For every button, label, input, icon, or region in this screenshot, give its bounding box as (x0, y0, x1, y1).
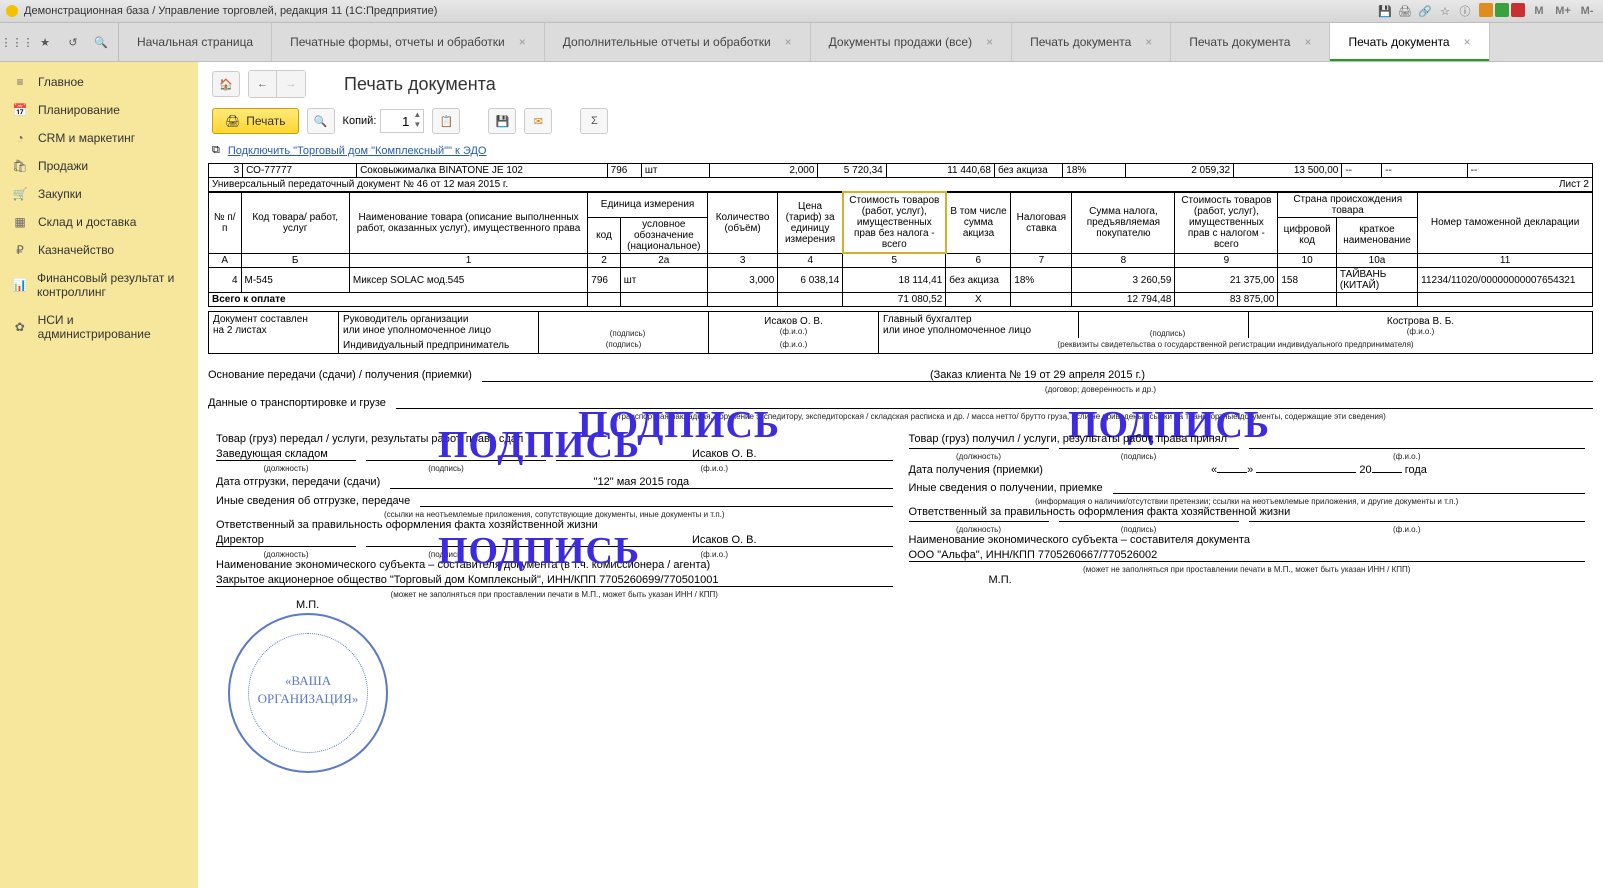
help-icon[interactable]: ⓘ (1457, 3, 1473, 19)
app-icon (6, 5, 18, 17)
edo-icon: ⧉ (212, 144, 220, 157)
sidebar-icon: 🛒 (12, 187, 28, 201)
sidebar-item[interactable]: 📊 Финансовый результат и контроллинг (0, 264, 198, 306)
sidebar-icon: ▦ (12, 215, 28, 229)
sidebar-item[interactable]: ₽ Казначейство (0, 236, 198, 264)
close-icon[interactable]: × (785, 35, 792, 49)
sidebar-label: Главное (38, 75, 84, 89)
save-icon[interactable]: 💾 (1377, 3, 1393, 19)
copies-label: Копий: (343, 115, 377, 127)
calc-icons[interactable] (1477, 3, 1525, 20)
sidebar-label: Финансовый результат и контроллинг (37, 271, 186, 299)
spin-down[interactable]: ▼ (412, 121, 422, 131)
history-icon[interactable]: ↺ (64, 33, 82, 51)
sidebar-icon: ✿ (12, 320, 28, 334)
titlebar: Демонстрационная база / Управление торго… (0, 0, 1603, 22)
search-icon[interactable]: 🔍 (92, 33, 110, 51)
tab[interactable]: Печать документа× (1012, 23, 1171, 61)
sidebar-icon: ◔ (12, 131, 28, 145)
sidebar-icon: 📊 (12, 278, 27, 292)
mminus-btn[interactable]: M- (1577, 5, 1597, 17)
sidebar-item[interactable]: 🛒 Закупки (0, 180, 198, 208)
fav-icon[interactable]: ☆ (1437, 3, 1453, 19)
sidebar-icon: ≡ (12, 75, 28, 89)
sidebar-icon: 📅 (12, 103, 28, 117)
sidebar: ≡ Главное 📅 Планирование ◔ CRM и маркетинг 🛍 Пр… (0, 62, 198, 888)
sidebar-icon: ₽ (12, 243, 28, 257)
main-grid: № п/п Код товара/ работ, услуг Наименова… (208, 191, 1593, 307)
star-icon[interactable]: ★ (36, 33, 54, 51)
close-icon[interactable]: × (1464, 35, 1471, 49)
print-icon[interactable]: 🖨 (1397, 3, 1413, 19)
sidebar-item[interactable]: ▦ Склад и доставка (0, 208, 198, 236)
stamp: «ВАША ОРГАНИЗАЦИЯ» (228, 613, 388, 773)
tab[interactable]: Документы продажи (все)× (811, 23, 1012, 61)
sidebar-label: CRM и маркетинг (38, 131, 135, 145)
close-icon[interactable]: × (986, 35, 993, 49)
tab[interactable]: Печать документа× (1330, 23, 1489, 61)
settings-button[interactable]: 📋 (432, 108, 460, 134)
mplus-btn[interactable]: M+ (1553, 5, 1573, 17)
sidebar-label: Казначейство (38, 243, 114, 257)
sidebar-item[interactable]: ◔ CRM и маркетинг (0, 124, 198, 152)
content-area: 🏠 ← → Печать документа 🖨Печать 🔍 Копий: … (198, 62, 1603, 888)
sidebar-label: НСИ и администрирование (38, 313, 186, 341)
close-icon[interactable]: × (1145, 35, 1152, 49)
close-icon[interactable]: × (1304, 35, 1311, 49)
tabbar: ⋮⋮⋮ ★ ↺ 🔍 Начальная страницаПечатные фор… (0, 22, 1603, 62)
close-icon[interactable]: × (519, 35, 526, 49)
home-button[interactable]: 🏠 (212, 71, 240, 97)
mail-button[interactable]: ✉ (524, 108, 552, 134)
sum-button[interactable]: Σ (580, 108, 608, 134)
tab[interactable]: Печать документа× (1171, 23, 1330, 61)
print-button[interactable]: 🖨Печать (212, 108, 299, 134)
save-button[interactable]: 💾 (488, 108, 516, 134)
sidebar-label: Закупки (38, 187, 82, 201)
page-title: Печать документа (344, 74, 496, 95)
window-title: Демонстрационная база / Управление торго… (24, 5, 437, 17)
tab[interactable]: Начальная страница (119, 23, 272, 61)
forward-button[interactable]: → (277, 71, 305, 97)
tab[interactable]: Печатные формы, отчеты и обработки× (272, 23, 545, 61)
back-button[interactable]: ← (249, 71, 277, 97)
sidebar-icon: 🛍 (12, 159, 28, 173)
link-icon[interactable]: 🔗 (1417, 3, 1433, 19)
m-btn[interactable]: M (1529, 5, 1549, 17)
sidebar-item[interactable]: ✿ НСИ и администрирование (0, 306, 198, 348)
sidebar-label: Продажи (38, 159, 88, 173)
edo-link[interactable]: Подключить "Торговый дом "Комплексный"" … (228, 145, 487, 157)
sidebar-item[interactable]: ≡ Главное (0, 68, 198, 96)
preview-button[interactable]: 🔍 (307, 108, 335, 134)
sidebar-label: Планирование (38, 103, 120, 117)
sidebar-item[interactable]: 🛍 Продажи (0, 152, 198, 180)
tab[interactable]: Дополнительные отчеты и обработки× (545, 23, 811, 61)
row3-table: 3 СО-77777 Соковыжималка BINATONE JE 102… (208, 163, 1593, 178)
apps-icon[interactable]: ⋮⋮⋮ (8, 33, 26, 51)
sidebar-label: Склад и доставка (38, 215, 136, 229)
sidebar-item[interactable]: 📅 Планирование (0, 96, 198, 124)
